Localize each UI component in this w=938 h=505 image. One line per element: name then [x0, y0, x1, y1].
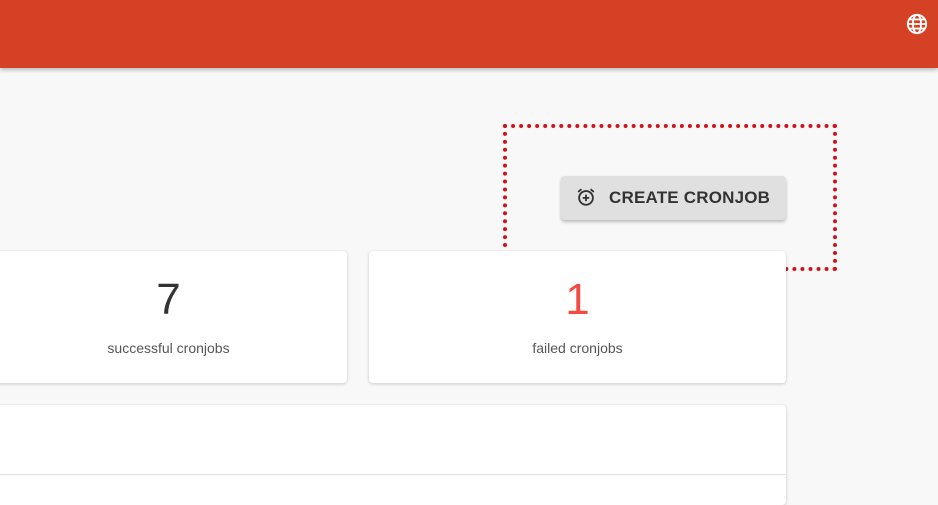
create-cronjob-label: CREATE CRONJOB: [609, 188, 771, 207]
app-bar: [0, 0, 938, 68]
failed-count: 1: [565, 275, 590, 324]
globe-icon[interactable]: [905, 12, 929, 36]
failed-cronjobs-card: 1 failed cronjobs: [369, 251, 786, 383]
successful-count: 7: [156, 275, 181, 324]
alarm-add-icon: [575, 186, 597, 211]
failed-caption: failed cronjobs: [532, 340, 623, 356]
successful-cronjobs-card: 7 successful cronjobs: [0, 251, 347, 383]
create-cronjob-button[interactable]: CREATE CRONJOB: [561, 176, 786, 220]
table-divider: [0, 474, 786, 475]
successful-caption: successful cronjobs: [107, 340, 230, 356]
cronjob-table-card: [0, 405, 786, 505]
